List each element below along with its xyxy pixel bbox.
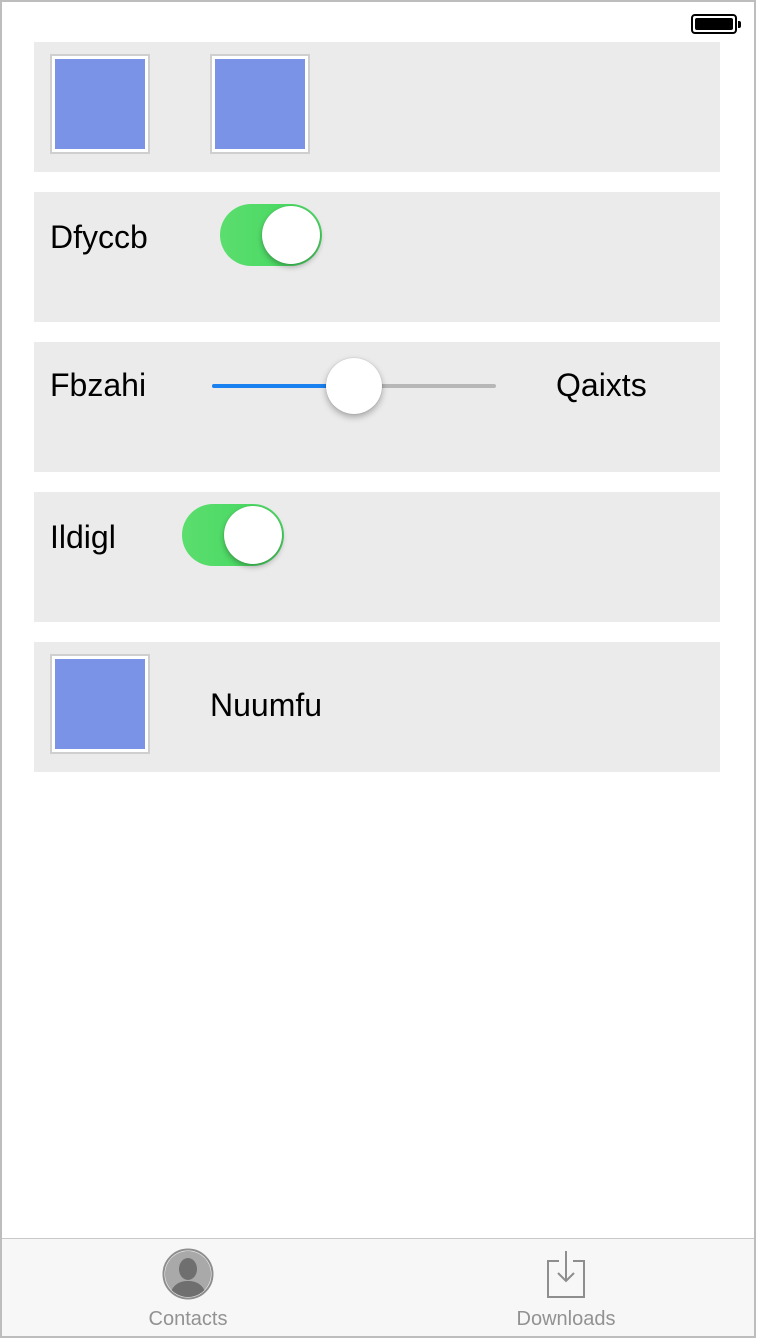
toggle-switch-ildigl[interactable] [182, 504, 284, 566]
download-icon [547, 1251, 585, 1298]
toggle-knob [262, 206, 320, 264]
tab-downloads[interactable]: Downloads [416, 1239, 716, 1336]
image-placeholder-fill [55, 59, 145, 149]
slider-control[interactable] [212, 352, 496, 420]
slider-knob[interactable] [326, 358, 382, 414]
image-placeholder-fill [55, 659, 145, 749]
toggle-switch-dfyccb[interactable] [220, 204, 322, 266]
tab-label-contacts: Contacts [148, 1308, 228, 1330]
battery-level [695, 18, 733, 30]
slider-right-label: Qaixts [556, 367, 647, 403]
battery-full-icon [691, 14, 741, 34]
image-label-card: Nuumfu [34, 642, 720, 772]
battery-nub [738, 21, 741, 28]
image-pair-card [34, 42, 720, 172]
toggle-knob [224, 506, 282, 564]
toggle-card-ildigl: Ildigl [34, 492, 720, 622]
contact-icon [162, 1248, 214, 1300]
slider-card: Fbzahi Qaixts [34, 342, 720, 472]
toggle-label-dfyccb: Dfyccb [50, 219, 148, 255]
image-placeholder-fill [215, 59, 305, 149]
toggle-label-ildigl: Ildigl [50, 519, 116, 555]
tab-label-downloads: Downloads [516, 1308, 616, 1330]
image-row-label: Nuumfu [210, 687, 323, 723]
tab-bar: Contacts Downloads [2, 1238, 754, 1336]
image-placeholder-1[interactable] [50, 54, 150, 154]
slider-left-label: Fbzahi [50, 367, 147, 403]
app-screen: Dfyccb Fbzahi Qaixts Ildigl Nuumfu Conta… [0, 0, 756, 1338]
image-placeholder-3[interactable] [50, 654, 150, 754]
tab-contacts[interactable]: Contacts [38, 1239, 338, 1336]
toggle-card-dfyccb: Dfyccb [34, 192, 720, 322]
status-bar [2, 2, 754, 42]
image-placeholder-2[interactable] [210, 54, 310, 154]
